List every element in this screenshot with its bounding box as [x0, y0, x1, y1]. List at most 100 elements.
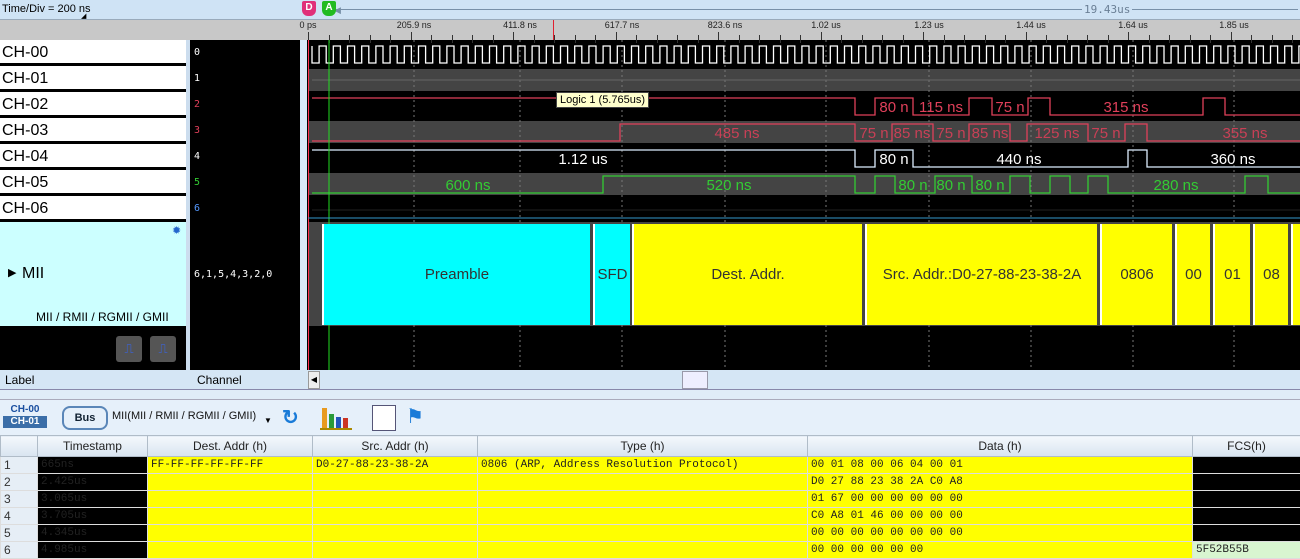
- table-cell: 5: [1, 525, 38, 542]
- pulse-width-label: 280 ns: [1153, 177, 1198, 194]
- splitter[interactable]: [300, 40, 307, 370]
- ruler-tick-label: 205.9 ns: [397, 20, 432, 30]
- time-div-select[interactable]: Time/Div = 200 ns: [2, 3, 91, 15]
- channel-selector[interactable]: CH-00 CH-01: [3, 404, 47, 430]
- remove-bus-button[interactable]: ⎍: [150, 336, 176, 362]
- table-cell: [313, 491, 478, 508]
- pulse-width-label: 125 ns: [1034, 125, 1079, 142]
- span-readout: 19.43us: [1082, 3, 1132, 16]
- ruler-tick-label: 1.64 us: [1118, 20, 1148, 30]
- table-cell: 2: [1, 474, 38, 491]
- export-icon[interactable]: [372, 405, 396, 431]
- pulse-width-label: 85 ns: [972, 125, 1009, 142]
- scroll-left-button[interactable]: ◀: [308, 371, 320, 389]
- refresh-icon[interactable]: ↻: [282, 405, 299, 430]
- table-cell: [478, 491, 808, 508]
- table-cell: [313, 542, 478, 559]
- panel-splitter[interactable]: [0, 390, 1300, 400]
- cursor-d-marker[interactable]: D: [302, 1, 316, 16]
- table-header[interactable]: Dest. Addr (h): [148, 436, 313, 457]
- table-cell: D0 27 88 23 38 2A C0 A8: [808, 474, 1193, 491]
- bus-segment[interactable]: Preamble: [322, 224, 590, 325]
- table-header[interactable]: Data (h): [808, 436, 1193, 457]
- channel-number: 0: [190, 40, 300, 66]
- expand-arrow-icon[interactable]: ▶: [8, 266, 16, 279]
- add-bus-button[interactable]: ⎍: [116, 336, 142, 362]
- channel-label[interactable]: CH-01: [0, 66, 186, 91]
- table-cell: 0806 (ARP, Address Resolution Protocol): [478, 457, 808, 474]
- flag-icon[interactable]: ⚑: [406, 404, 424, 429]
- table-cell: 3: [1, 491, 38, 508]
- bus-label-mii[interactable]: ✹ ▶ MII MII / RMII / RGMII / GMII: [0, 222, 186, 326]
- channel-label[interactable]: CH-00: [0, 40, 186, 65]
- channel-label[interactable]: CH-03: [0, 118, 186, 143]
- channel-waveform: [312, 46, 1300, 63]
- bus-segment[interactable]: 01: [1213, 224, 1250, 325]
- bus-segment[interactable]: Src. Addr.:D0-27-88-23-38-2A: [865, 224, 1097, 325]
- table-cell: 3.065us: [38, 491, 148, 508]
- decode-table: TimestampDest. Addr (h)Src. Addr (h)Type…: [0, 435, 1300, 559]
- bus-segment[interactable]: Dest. Addr.: [632, 224, 862, 325]
- table-row[interactable]: 22.425usD0 27 88 23 38 2A C0 A8: [1, 474, 1300, 491]
- pulse-width-label: 75 n: [995, 99, 1024, 116]
- table-cell: 4.985us: [38, 542, 148, 559]
- table-row[interactable]: 64.985us00 00 00 00 00 005F52B55B: [1, 542, 1300, 559]
- label-column-header: Label: [5, 373, 34, 387]
- bus-segment[interactable]: 0806: [1100, 224, 1172, 325]
- table-header[interactable]: Src. Addr (h): [313, 436, 478, 457]
- channel-number: 2: [190, 92, 300, 118]
- pulse-width-label: 85 ns: [894, 125, 931, 142]
- channel-label[interactable]: CH-05: [0, 170, 186, 195]
- table-cell: [478, 508, 808, 525]
- table-cell: 00 00 00 00 00 00 00 00: [808, 525, 1193, 542]
- time-ruler[interactable]: 0 ps205.9 ns411.8 ns617.7 ns823.6 ns1.02…: [0, 20, 1300, 40]
- pulse-width-label: 75 n: [936, 125, 965, 142]
- pulse-width-label: 600 ns: [445, 177, 490, 194]
- table-cell: [148, 525, 313, 542]
- dropdown-icon[interactable]: ◢: [81, 12, 86, 20]
- bus-button[interactable]: Bus: [62, 406, 108, 430]
- channel-label[interactable]: CH-04: [0, 144, 186, 169]
- bus-name: MII: [22, 265, 44, 283]
- channel-label[interactable]: CH-06: [0, 196, 186, 221]
- ruler-tick-label: 411.8 ns: [503, 20, 537, 30]
- pulse-width-label: 75 n: [859, 125, 888, 142]
- table-cell: 00 00 00 00 00 00: [808, 542, 1193, 559]
- table-header[interactable]: Type (h): [478, 436, 808, 457]
- horizontal-scrollbar-thumb[interactable]: [682, 371, 708, 389]
- pulse-width-label: 80 n: [936, 177, 965, 194]
- table-row[interactable]: 33.065us01 67 00 00 00 00 00 00: [1, 491, 1300, 508]
- decoder-toolbar: CH-00 CH-01 Bus MII(MII / RMII / RGMII /…: [0, 400, 1300, 435]
- table-cell: [313, 474, 478, 491]
- table-row[interactable]: 54.345us 00 00 00 00 00 00 00 00: [1, 525, 1300, 542]
- table-header[interactable]: FCS(h): [1193, 436, 1300, 457]
- table-cell: 4.345us: [38, 525, 148, 542]
- table-row[interactable]: 1665nsFF-FF-FF-FF-FF-FFD0-27-88-23-38-2A…: [1, 457, 1300, 474]
- table-cell: [148, 474, 313, 491]
- table-cell: [1193, 491, 1300, 508]
- protocol-select[interactable]: MII(MII / RMII / RGMII / GMII): [112, 410, 256, 422]
- table-header[interactable]: Timestamp: [38, 436, 148, 457]
- ruler-tick-label: 617.7 ns: [605, 20, 640, 30]
- gear-icon[interactable]: ✹: [172, 224, 181, 237]
- pulse-width-label: 485 ns: [714, 125, 759, 142]
- cursor-a-marker[interactable]: A: [322, 1, 336, 16]
- bus-segment[interactable]: 00: [1175, 224, 1210, 325]
- chart-icon[interactable]: [318, 406, 358, 430]
- channel-number: 5: [190, 170, 300, 196]
- ruler-tick-label: 1.44 us: [1016, 20, 1046, 30]
- bus-segment[interactable]: 08: [1253, 224, 1288, 325]
- channel-label[interactable]: CH-02: [0, 92, 186, 117]
- table-cell: [313, 525, 478, 542]
- pulse-width-label: 80 n: [879, 99, 908, 116]
- bus-subtitle: MII / RMII / RGMII / GMII: [36, 310, 169, 324]
- table-header[interactable]: [1, 436, 38, 457]
- pulse-width-label: 80 n: [975, 177, 1004, 194]
- table-cell: [1193, 474, 1300, 491]
- table-row[interactable]: 43.705usC0 A8 01 46 00 00 00 00: [1, 508, 1300, 525]
- bus-segment[interactable]: [1291, 224, 1300, 325]
- table-cell: [478, 474, 808, 491]
- dropdown-icon[interactable]: ▼: [264, 416, 272, 425]
- bus-segment[interactable]: SFD: [593, 224, 630, 325]
- pulse-width-label: 80 n: [898, 177, 927, 194]
